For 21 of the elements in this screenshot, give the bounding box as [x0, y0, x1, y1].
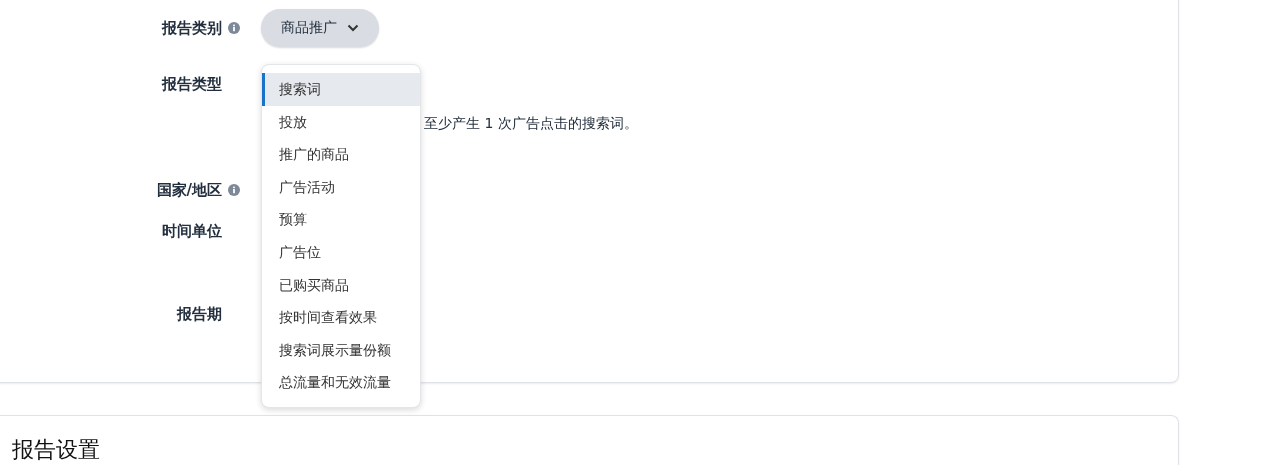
menu-option[interactable]: 预算: [262, 203, 420, 236]
report-type-description: 至少产生 1 次广告点击的搜索词。: [424, 115, 638, 133]
field-label: 报告类型: [162, 74, 222, 95]
menu-option[interactable]: 已购买商品: [262, 268, 420, 302]
menu-option[interactable]: 广告活动: [262, 170, 420, 204]
info-icon[interactable]: [228, 22, 240, 34]
menu-option[interactable]: 搜索词展示量份额: [262, 333, 420, 367]
field-label: 国家/地区: [156, 180, 222, 201]
menu-option[interactable]: 总流量和无效流量: [262, 366, 420, 399]
section-title: 报告设置: [12, 437, 101, 463]
menu-option[interactable]: 投放: [262, 105, 420, 139]
field-label: 报告期: [177, 304, 222, 325]
menu-option[interactable]: 广告位: [262, 235, 420, 269]
category-dropdown[interactable]: 商品推广: [261, 9, 379, 47]
field-label: 时间单位: [162, 221, 222, 242]
menu-option[interactable]: 按时间查看效果: [262, 301, 420, 334]
info-icon[interactable]: [228, 184, 240, 196]
menu-option[interactable]: 搜索词: [262, 73, 420, 106]
field-label: 报告类别: [162, 18, 222, 39]
menu-option[interactable]: 推广的商品: [262, 138, 420, 171]
chevron-down-icon: [347, 24, 359, 32]
